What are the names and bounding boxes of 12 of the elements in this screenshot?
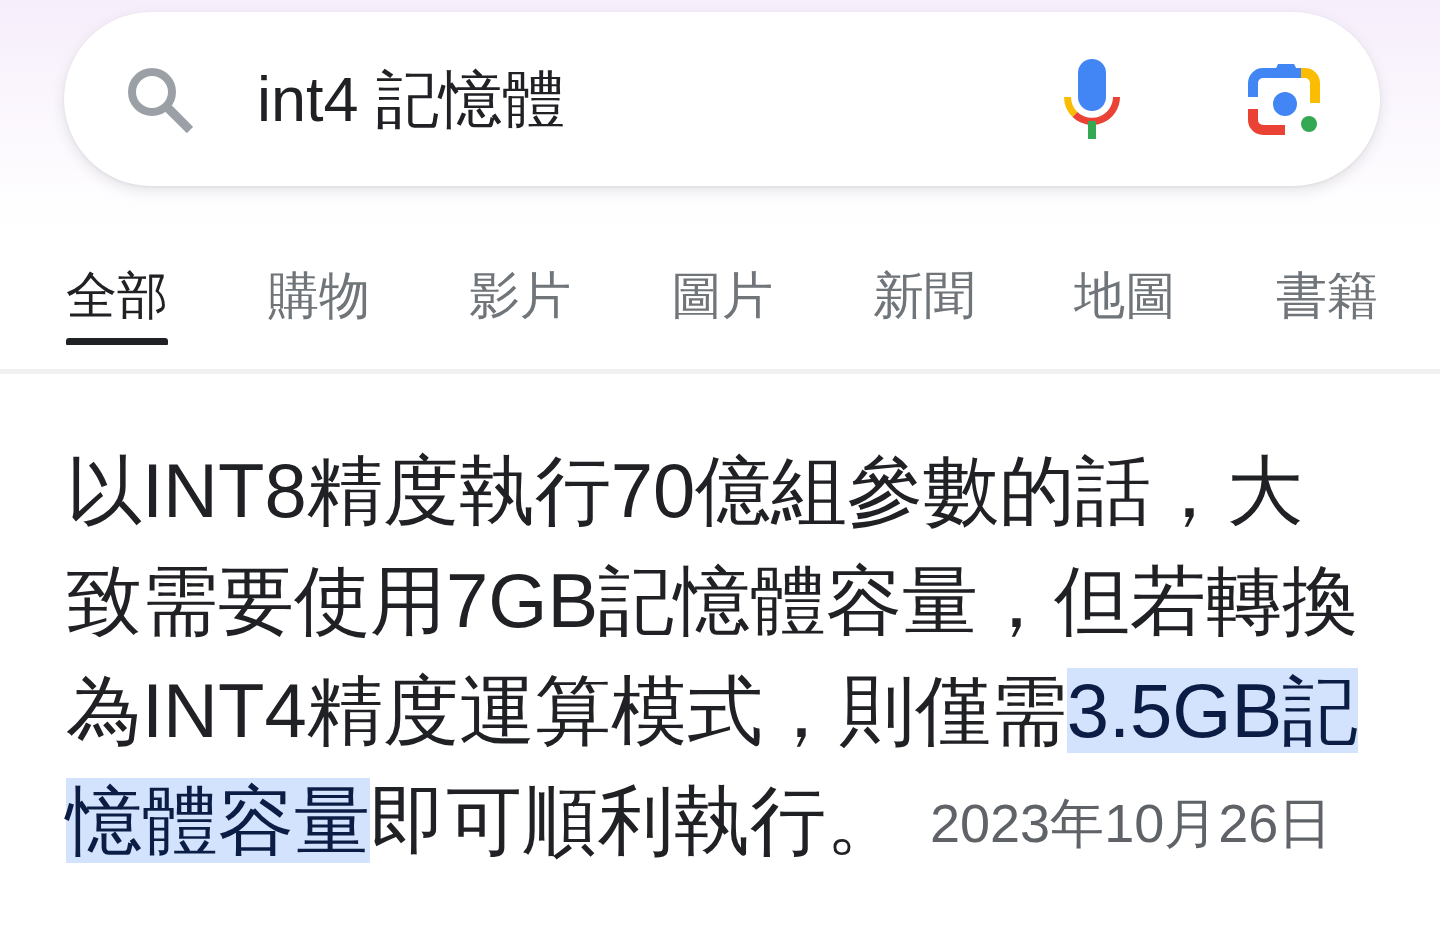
tab[interactable]: 影片	[467, 266, 574, 345]
search-icon	[125, 65, 193, 133]
tab[interactable]: 圖片	[668, 266, 775, 345]
tab[interactable]: 購物	[265, 266, 372, 345]
search-field[interactable]: int4 記憶體	[257, 62, 1064, 136]
tab[interactable]: 全部	[64, 266, 170, 345]
camera-icon[interactable]	[1248, 63, 1320, 135]
microphone-icon[interactable]	[1064, 59, 1120, 139]
tab[interactable]: 書籍	[1273, 266, 1380, 345]
date-text: 2023年10月26日	[930, 792, 1333, 855]
tab[interactable]: 新聞	[870, 266, 977, 345]
tab[interactable]: 地圖	[1072, 266, 1179, 345]
